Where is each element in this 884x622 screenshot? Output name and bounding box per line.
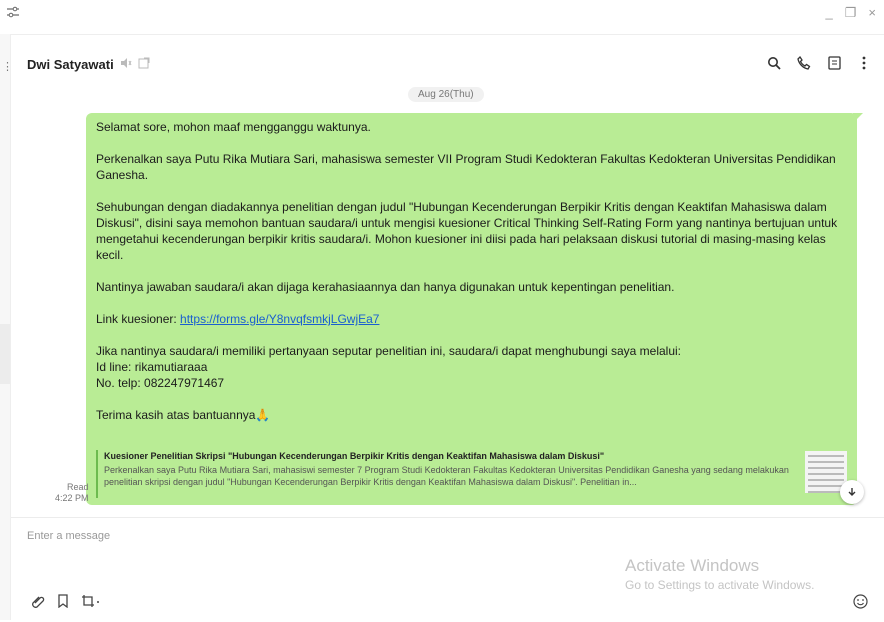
link-label: Link kuesioner: [96, 312, 181, 326]
message-confidentiality: Nantinya jawaban saudara/i akan dijaga k… [96, 280, 675, 294]
chat-header: Dwi Satyawati [11, 35, 884, 93]
watermark-subtitle: Go to Settings to activate Windows. [625, 578, 815, 592]
phone-icon[interactable] [796, 55, 812, 71]
title-bar: _ ❐ × [0, 0, 884, 30]
link-preview[interactable]: Kuesioner Penelitian Skripsi "Hubungan K… [96, 450, 809, 498]
message-thanks: Terima kasih atas bantuannya🙏 [96, 408, 271, 422]
message-input[interactable]: Enter a message [27, 530, 110, 542]
scroll-shade [0, 324, 10, 384]
message-phone: No. telp: 082247971467 [96, 376, 225, 390]
chat-list-edge: ⋮ [0, 34, 13, 620]
date-separator: Aug 26(Thu) [408, 87, 484, 102]
minimize-button[interactable]: _ [826, 5, 833, 21]
chat-window: Dwi Satyawati Aug 26(Thu) Selamat sore, … [11, 34, 884, 621]
compose-area[interactable]: Enter a message Activate Windows Go to S… [11, 517, 884, 622]
message-line-id: Id line: rikamutiaraaa [96, 360, 208, 374]
screenshot-icon[interactable] [81, 594, 101, 611]
message-time: 4:22 PM [55, 493, 89, 503]
contact-name: Dwi Satyawati [27, 57, 114, 72]
chat-settings-icon[interactable] [138, 57, 150, 72]
close-button[interactable]: × [868, 5, 876, 21]
paperclip-icon[interactable] [31, 594, 45, 611]
search-icon[interactable] [766, 55, 782, 71]
more-vertical-icon[interactable] [856, 55, 872, 71]
message-greeting: Selamat sore, mohon maaf mengganggu wakt… [96, 120, 371, 134]
read-status: Read [67, 482, 89, 492]
message-meta: Read 4:22 PM [55, 482, 89, 504]
message-link-line: Link kuesioner: https://forms.gle/Y8nvqf… [96, 311, 851, 327]
mute-icon[interactable] [120, 57, 132, 72]
windows-activation-watermark: Activate Windows Go to Settings to activ… [625, 556, 814, 592]
message-contact-line: Jika nantinya saudara/i memiliki pertany… [96, 344, 682, 358]
message-purpose: Sehubungan dengan diadakannya penelitian… [96, 200, 838, 262]
form-link[interactable]: https://forms.gle/Y8nvqfsmkjLGwjEa7 [180, 312, 379, 326]
message-bubble[interactable]: Selamat sore, mohon maaf mengganggu wakt… [86, 113, 863, 505]
message-intro: Perkenalkan saya Putu Rika Mutiara Sari,… [96, 152, 836, 182]
bookmark-icon[interactable] [57, 594, 69, 611]
emoji-icon[interactable] [853, 594, 868, 613]
arrow-down-icon[interactable] [840, 480, 864, 504]
link-preview-title: Kuesioner Penelitian Skripsi "Hubungan K… [104, 451, 605, 461]
message-text: Selamat sore, mohon maaf mengganggu wakt… [96, 119, 851, 423]
watermark-title: Activate Windows [625, 556, 760, 575]
settings-toggle-icon[interactable] [6, 6, 20, 21]
link-preview-description: Perkenalkan saya Putu Rika Mutiara Sari,… [104, 465, 789, 487]
contact-info[interactable]: Dwi Satyawati [27, 57, 150, 72]
notes-icon[interactable] [826, 55, 842, 71]
restore-button[interactable]: ❐ [845, 5, 857, 21]
